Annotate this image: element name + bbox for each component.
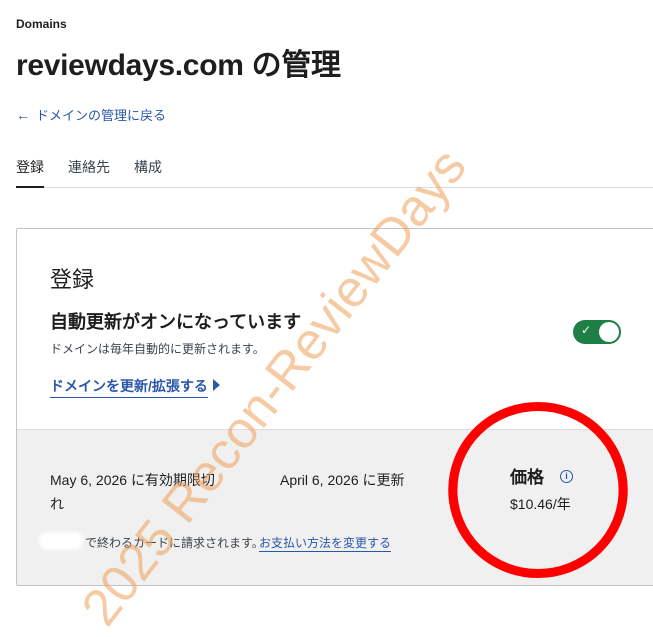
auto-renew-title: 自動更新がオンになっています bbox=[50, 312, 302, 332]
check-icon: ✓ bbox=[581, 323, 592, 337]
change-payment-link[interactable]: お支払い方法を変更する bbox=[259, 534, 392, 552]
redacted-card-number bbox=[39, 532, 83, 550]
info-icon[interactable]: i bbox=[560, 470, 573, 483]
tab-registration[interactable]: 登録 bbox=[16, 150, 44, 188]
card-charge-text: で終わるカードに請求されます。 bbox=[85, 536, 264, 550]
tab-configuration[interactable]: 構成 bbox=[134, 150, 162, 187]
billing-section: May 6, 2026 に有効期限切 れ April 6, 2026 に更新 で… bbox=[17, 429, 653, 585]
auto-renew-toggle[interactable]: ✓ bbox=[573, 320, 621, 344]
expiry-date: May 6, 2026 に有効期限切 bbox=[50, 472, 215, 488]
chevron-right-icon bbox=[213, 379, 220, 391]
toggle-knob bbox=[599, 322, 619, 342]
tab-bar: 登録 連絡先 構成 bbox=[16, 150, 653, 188]
page-title: reviewdays.com の管理 bbox=[16, 49, 341, 82]
back-link-label: ドメインの管理に戻る bbox=[36, 108, 167, 123]
breadcrumb: Domains bbox=[16, 17, 67, 31]
back-link[interactable]: ← ドメインの管理に戻る bbox=[16, 105, 166, 124]
section-title: 登録 bbox=[50, 267, 95, 292]
price-label: 価格 bbox=[510, 468, 544, 487]
renewal-date: April 6, 2026 に更新 bbox=[280, 472, 405, 488]
registration-card: 登録 自動更新がオンになっています ドメインは毎年自動的に更新されます。 ドメイ… bbox=[16, 228, 653, 586]
expiry-date-continued: れ bbox=[50, 496, 64, 512]
price-value: $10.46/年 bbox=[510, 496, 571, 512]
tab-contacts[interactable]: 連絡先 bbox=[68, 150, 110, 187]
renew-extend-link[interactable]: ドメインを更新/拡張する bbox=[50, 376, 208, 398]
auto-renew-description: ドメインは毎年自動的に更新されます。 bbox=[50, 342, 265, 356]
arrow-left-icon: ← bbox=[16, 106, 30, 123]
registration-card-top: 登録 自動更新がオンになっています ドメインは毎年自動的に更新されます。 ドメイ… bbox=[17, 229, 653, 429]
